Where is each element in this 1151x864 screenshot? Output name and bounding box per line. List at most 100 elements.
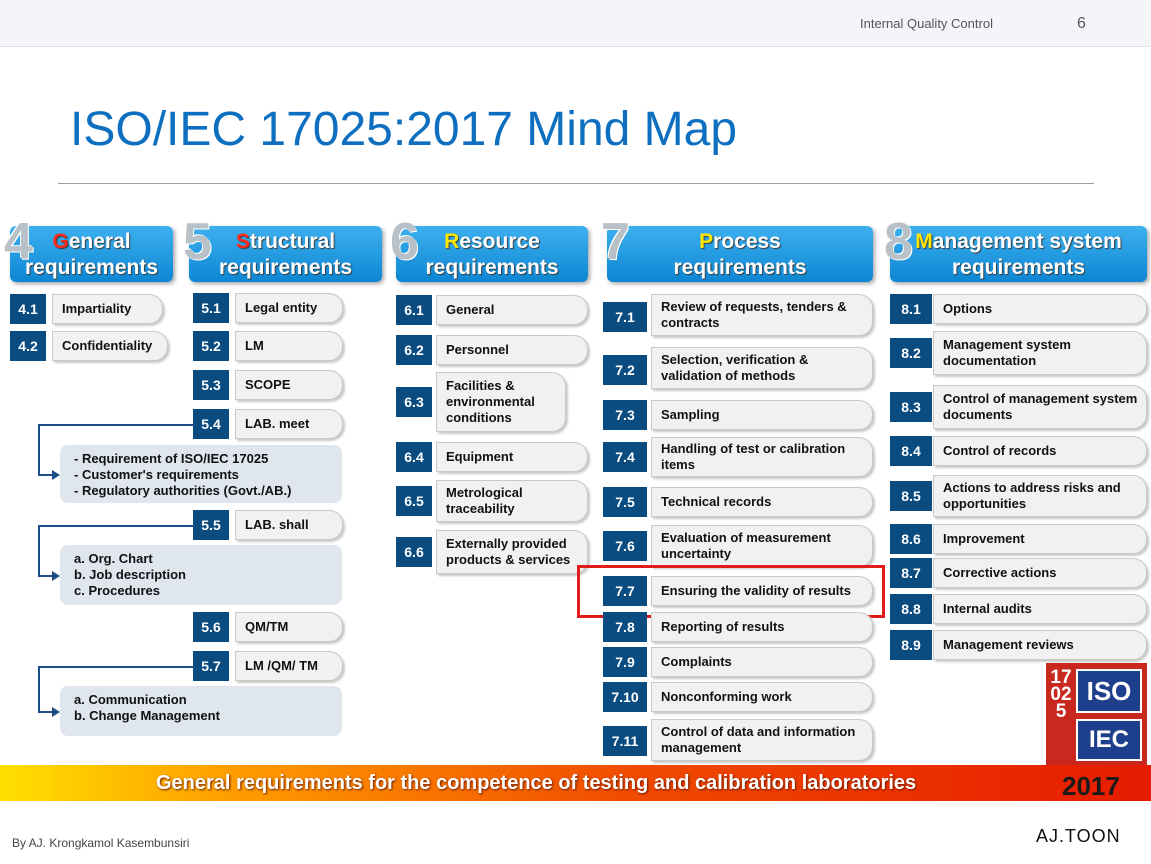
col-head-8: 8 Management system requirements bbox=[884, 213, 1147, 282]
col-initial: R bbox=[444, 230, 460, 253]
item-code: 6.2 bbox=[396, 335, 432, 365]
note-line: c. Procedures bbox=[74, 583, 160, 598]
item-5-7: 5.7 LM /QM/ TM bbox=[193, 651, 343, 681]
col-initial: S bbox=[235, 230, 250, 253]
arrow-icon bbox=[52, 707, 60, 717]
col-title-rest: tructural bbox=[249, 230, 336, 253]
note-lm-qm-tm: a. Communication b. Change Management bbox=[60, 686, 342, 736]
item-label: Options bbox=[933, 294, 1147, 324]
item-code: 5.7 bbox=[193, 651, 229, 681]
item-7-3: 7.3 Sampling bbox=[603, 400, 873, 430]
item-label: SCOPE bbox=[235, 370, 343, 400]
item-label: Nonconforming work bbox=[651, 682, 873, 712]
item-5-2: 5.2 LM bbox=[193, 331, 343, 361]
item-7-6: 7.6 Evaluation of measurement uncertaint… bbox=[603, 525, 873, 567]
item-6-4: 6.4 Equipment bbox=[396, 442, 588, 472]
col-initial: P bbox=[699, 230, 714, 253]
item-code: 5.6 bbox=[193, 612, 229, 642]
item-8-2: 8.2 Management system documentation bbox=[890, 331, 1147, 375]
iso-iec-logo: 17025 ISO IEC bbox=[1046, 663, 1147, 767]
item-code: 5.2 bbox=[193, 331, 229, 361]
slide-header: Internal Quality Control 6 bbox=[0, 0, 1151, 47]
item-code: 7.6 bbox=[603, 531, 647, 561]
col-head-5: 5 Structural requirements bbox=[183, 213, 382, 282]
item-code: 6.5 bbox=[396, 486, 432, 516]
item-label: Actions to address risks and opportuniti… bbox=[933, 475, 1147, 517]
item-label: Complaints bbox=[651, 647, 873, 677]
note-line: a. Communication bbox=[74, 692, 187, 707]
item-code: 6.3 bbox=[396, 387, 432, 417]
col-title-rest: esource bbox=[459, 230, 540, 253]
item-5-1: 5.1 Legal entity bbox=[193, 293, 343, 323]
item-code: 6.1 bbox=[396, 295, 432, 325]
note-line: b. Job description bbox=[74, 567, 186, 582]
note-line: - Customer's requirements bbox=[74, 467, 239, 482]
item-7-4: 7.4 Handling of test or calibration item… bbox=[603, 437, 873, 477]
item-code: 7.5 bbox=[603, 487, 647, 517]
col-title-line2: requirements bbox=[218, 256, 353, 279]
item-8-5: 8.5 Actions to address risks and opportu… bbox=[890, 475, 1147, 517]
arrow-icon bbox=[52, 571, 60, 581]
col-title-line2: requirements bbox=[673, 256, 807, 279]
header-section-title: Internal Quality Control bbox=[860, 16, 993, 31]
item-5-6: 5.6 QM/TM bbox=[193, 612, 343, 642]
item-code: 7.8 bbox=[603, 612, 647, 642]
item-code: 8.1 bbox=[890, 294, 932, 324]
item-label: Technical records bbox=[651, 487, 873, 517]
item-label: Metrological traceability bbox=[436, 480, 588, 522]
item-label: General bbox=[436, 295, 588, 325]
mind-map: 4 General requirements 5 Structural requ… bbox=[0, 213, 1151, 800]
item-6-1: 6.1 General bbox=[396, 295, 588, 325]
col-head-7: 7 Process requirements bbox=[601, 213, 873, 282]
author-credit: By AJ. Krongkamol Kasembunsiri bbox=[12, 836, 190, 850]
item-code: 8.6 bbox=[890, 524, 932, 554]
item-code: 8.5 bbox=[890, 481, 932, 511]
item-6-6: 6.6 Externally provided products & servi… bbox=[396, 530, 588, 574]
item-label: Sampling bbox=[651, 400, 873, 430]
item-label: Management system documentation bbox=[933, 331, 1147, 375]
note-line: b. Change Management bbox=[74, 708, 220, 723]
item-code: 7.4 bbox=[603, 442, 647, 472]
note-line: - Regulatory authorities (Govt./AB.) bbox=[74, 483, 292, 498]
item-label: LAB. shall bbox=[235, 510, 343, 540]
item-label: LM bbox=[235, 331, 343, 361]
item-code: 8.3 bbox=[890, 392, 932, 422]
page-number: 6 bbox=[1077, 15, 1086, 32]
item-8-8: 8.8 Internal audits bbox=[890, 594, 1147, 624]
item-6-5: 6.5 Metrological traceability bbox=[396, 480, 588, 522]
item-6-2: 6.2 Personnel bbox=[396, 335, 588, 365]
item-label: QM/TM bbox=[235, 612, 343, 642]
item-label: Internal audits bbox=[933, 594, 1147, 624]
item-label: Equipment bbox=[436, 442, 588, 472]
item-label: Impartiality bbox=[52, 294, 163, 324]
item-5-3: 5.3 SCOPE bbox=[193, 370, 343, 400]
item-label: LM /QM/ TM bbox=[235, 651, 343, 681]
item-label: LAB. meet bbox=[235, 409, 343, 439]
brand-mark: AJ.TOON bbox=[1036, 826, 1121, 846]
logo-iso: ISO bbox=[1076, 669, 1142, 713]
item-label: Legal entity bbox=[235, 293, 343, 323]
item-code: 8.9 bbox=[890, 630, 932, 660]
col-title-line2: requirements bbox=[951, 256, 1086, 279]
col-head-4: 4 General requirements bbox=[4, 213, 173, 282]
item-label: Control of data and information manageme… bbox=[651, 719, 873, 761]
item-6-3: 6.3 Facilities & environmental condition… bbox=[396, 372, 588, 432]
item-code: 4.2 bbox=[10, 331, 46, 361]
item-label: Control of management system documents bbox=[933, 385, 1147, 429]
footer-banner: General requirements for the competence … bbox=[0, 765, 1151, 801]
col-initial: G bbox=[52, 230, 69, 253]
item-code: 6.4 bbox=[396, 442, 432, 472]
logo-digits: 17025 bbox=[1050, 667, 1072, 722]
note-line: a. Org. Chart bbox=[74, 551, 153, 566]
logo-iec: IEC bbox=[1076, 719, 1142, 761]
slide-title: ISO/IEC 17025:2017 Mind Map bbox=[70, 103, 738, 156]
item-5-4: 5.4 LAB. meet bbox=[193, 409, 343, 439]
item-7-10: 7.10 Nonconforming work bbox=[603, 682, 873, 712]
item-code: 7.2 bbox=[603, 355, 647, 385]
item-code: 6.6 bbox=[396, 537, 432, 567]
item-7-9: 7.9 Complaints bbox=[603, 647, 873, 677]
col-title-rest: rocess bbox=[713, 230, 781, 253]
item-label: Reporting of results bbox=[651, 612, 873, 642]
item-7-2: 7.2 Selection, verification & validation… bbox=[603, 347, 873, 389]
col-initial: M bbox=[915, 230, 933, 253]
